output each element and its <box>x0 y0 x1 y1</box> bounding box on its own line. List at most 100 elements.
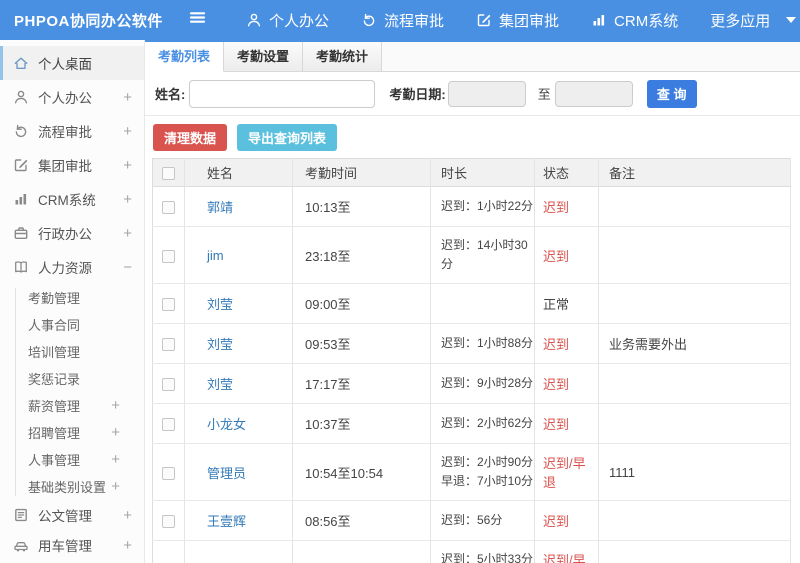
sidebar-item-label: 个人桌面 <box>38 57 92 72</box>
tab-strip: 考勤列表 考勤设置 考勤统计 <box>145 42 800 72</box>
sidebar-subitem-reward-punishment[interactable]: 奖惩记录 <box>0 365 144 392</box>
date-to-input[interactable] <box>554 80 633 107</box>
note-text <box>598 540 791 563</box>
sidebar-subitem-recruitment-management[interactable]: 招聘管理 + <box>0 419 144 446</box>
employee-name-link[interactable]: 刘莹 <box>207 297 233 312</box>
row-checkbox[interactable] <box>162 249 175 263</box>
expand-plus-icon: + <box>123 190 132 208</box>
topnav-label: 集团审批 <box>499 12 560 30</box>
duration-text: 迟到：5小时33分 早退：4小时67分 <box>441 552 534 563</box>
row-checkbox[interactable] <box>162 201 175 215</box>
topnav-more-apps[interactable]: 更多应用 <box>710 10 797 31</box>
sidebar-item-label: 流程审批 <box>38 125 92 140</box>
chart-icon <box>13 191 29 207</box>
topnav-personal-office[interactable]: 个人办公 <box>246 10 329 31</box>
row-checkbox[interactable] <box>162 418 175 432</box>
sidebar-item-workflow-approval[interactable]: 流程审批 + <box>0 114 144 148</box>
header-duration: 时长 <box>430 158 535 187</box>
note-text: 1111 <box>598 443 791 501</box>
table-row: 郭靖 10:13至 迟到：1小时22分 迟到 <box>152 186 791 227</box>
sidebar-item-admin-office[interactable]: 行政办公 + <box>0 216 144 250</box>
expand-plus-icon: + <box>123 122 132 140</box>
sidebar-item-personal-office[interactable]: 个人办公 + <box>0 80 144 114</box>
sidebar-item-label: 行政办公 <box>38 227 92 242</box>
main-content: 考勤列表 考勤设置 考勤统计 姓名: 考勤日期: 至 查 询 清理数据 导出查询… <box>145 40 800 563</box>
sidebar-subitem-base-category-settings[interactable]: 基础类别设置 + <box>0 473 144 500</box>
duration-text: 迟到：1小时22分 <box>441 199 534 214</box>
row-checkbox[interactable] <box>162 298 175 312</box>
tab-attendance-statistics[interactable]: 考勤统计 <box>303 42 383 71</box>
expand-plus-icon: + <box>111 397 120 414</box>
note-text <box>598 500 791 541</box>
tab-attendance-settings[interactable]: 考勤设置 <box>224 42 304 71</box>
expand-plus-icon: + <box>111 451 120 468</box>
app-title: PHPOA协同办公软件 <box>14 12 163 30</box>
employee-name-link[interactable]: 郭靖 <box>207 200 233 215</box>
row-checkbox[interactable] <box>162 515 175 529</box>
collapse-minus-icon: − <box>123 258 132 276</box>
topnav-crm-system[interactable]: CRM系统 <box>591 10 678 31</box>
employee-name-link[interactable]: 刘莹 <box>207 377 233 392</box>
status-badge: 迟到 <box>543 337 570 352</box>
row-checkbox[interactable] <box>162 466 175 480</box>
topnav-workflow-approval[interactable]: 流程审批 <box>361 10 444 31</box>
attendance-time: 17:17至 <box>292 363 431 404</box>
date-from-input[interactable] <box>447 80 526 107</box>
topnav-group-approval[interactable]: 集团审批 <box>476 10 559 31</box>
clean-data-button[interactable]: 清理数据 <box>153 123 228 151</box>
note-text <box>598 283 791 324</box>
briefcase-icon <box>13 225 29 241</box>
user-icon <box>246 12 262 28</box>
sidebar-subitem-training-management[interactable]: 培训管理 <box>0 338 144 365</box>
topnav-label: CRM系统 <box>614 12 679 30</box>
table-row: 刘莹 09:53至 迟到：1小时88分 迟到 业务需要外出 <box>152 323 791 364</box>
filter-bar: 姓名: 考勤日期: 至 查 询 <box>145 72 800 116</box>
user-icon <box>13 89 29 105</box>
header-status: 状态 <box>534 158 599 187</box>
topnav-label: 更多应用 <box>710 12 771 30</box>
home-icon <box>13 55 29 71</box>
table-row: 刘莹 17:17至 迟到：9小时28分 迟到 <box>152 363 791 404</box>
action-toolbar: 清理数据 导出查询列表 <box>145 116 800 158</box>
employee-name-link[interactable]: 刘莹 <box>207 337 233 352</box>
row-checkbox[interactable] <box>162 338 175 352</box>
sidebar-item-human-resources[interactable]: 人力资源 − <box>0 250 144 284</box>
status-badge: 迟到 <box>543 377 570 392</box>
sidebar-item-label: 用车管理 <box>38 539 92 554</box>
sidebar-item-crm-system[interactable]: CRM系统 + <box>0 182 144 216</box>
date-to-label: 至 <box>537 87 551 102</box>
attendance-time: 10:54至10:54 <box>292 443 431 501</box>
sidebar-subitem-attendance-management[interactable]: 考勤管理 <box>0 284 144 311</box>
tab-attendance-list[interactable]: 考勤列表 <box>145 42 225 72</box>
table-row: 管理员 10:54至10:54 迟到：2小时90分 早退：7小时10分 迟到/早… <box>152 443 791 501</box>
employee-name-link[interactable]: 王壹辉 <box>207 514 246 529</box>
note-text <box>598 226 791 284</box>
hamburger-menu-button[interactable] <box>188 8 212 32</box>
name-filter-input[interactable] <box>189 79 376 108</box>
name-filter-label: 姓名: <box>155 87 186 102</box>
expand-plus-icon: + <box>123 536 132 554</box>
sidebar-subitem-personnel-contract[interactable]: 人事合同 <box>0 311 144 338</box>
sidebar-item-vehicle-management[interactable]: 用车管理 + <box>0 530 144 560</box>
status-badge: 正常 <box>543 297 570 312</box>
status-badge: 迟到 <box>543 200 570 215</box>
row-checkbox[interactable] <box>162 378 175 392</box>
sidebar-item-label: 人力资源 <box>38 261 92 276</box>
duration-text: 迟到：9小时28分 <box>441 376 534 391</box>
employee-name-link[interactable]: 小龙女 <box>207 417 246 432</box>
sidebar-subitem-salary-management[interactable]: 薪资管理 + <box>0 392 144 419</box>
employee-name-link[interactable]: 管理员 <box>207 466 246 481</box>
sidebar-subitem-personnel-management[interactable]: 人事管理 + <box>0 446 144 473</box>
sidebar-item-group-approval[interactable]: 集团审批 + <box>0 148 144 182</box>
sidebar-item-document-management[interactable]: 公文管理 + <box>0 500 144 530</box>
attendance-time: 09:53至 <box>292 323 431 364</box>
attendance-time: 10:13至 <box>292 186 431 227</box>
select-all-checkbox[interactable] <box>162 167 175 181</box>
sidebar-item-personal-desktop[interactable]: 个人桌面 <box>0 46 144 80</box>
edit-icon <box>476 12 492 28</box>
employee-name-link[interactable]: jim <box>207 248 224 263</box>
attendance-time: 09:00至 <box>292 283 431 324</box>
search-button[interactable]: 查 询 <box>646 79 697 108</box>
export-list-button[interactable]: 导出查询列表 <box>237 123 338 151</box>
edit-icon <box>13 157 29 173</box>
